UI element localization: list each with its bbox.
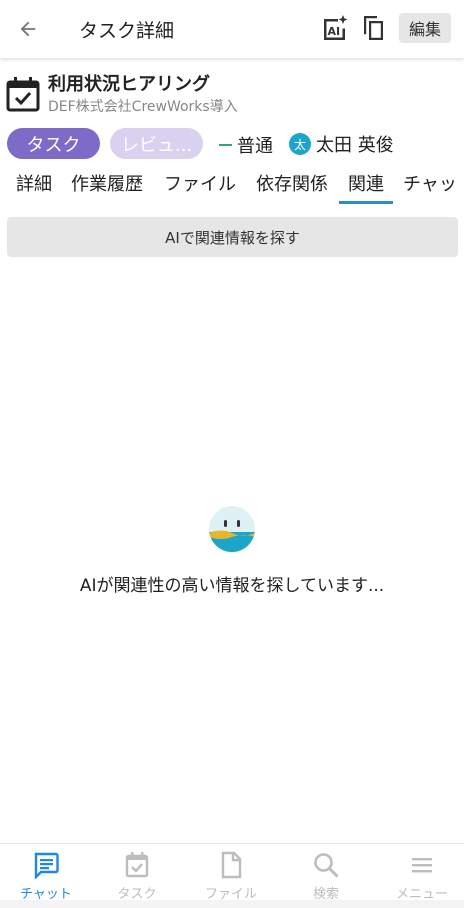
priority[interactable]: 普通 [219,132,273,158]
mascot-icon [209,506,255,552]
priority-label: 普通 [237,136,273,157]
loading-message: AIが関連性の高い情報を探しています... [79,576,385,596]
tab-history[interactable]: 作業履歴 [71,170,143,196]
app-bar: タスク詳細 AI 編集 [0,0,464,58]
task-icon [125,852,149,878]
ai-related-search-button[interactable]: AIで関連情報を探す [7,217,458,257]
copy-button[interactable] [361,14,387,42]
menu-icon [412,858,432,873]
task-title: 利用状況ヒアリング [48,74,210,95]
project-name: DEF株式会社CrewWorks導入 [48,99,238,115]
tab-files[interactable]: ファイル [164,170,236,196]
edit-button[interactable]: 編集 [399,13,451,43]
file-icon [221,851,242,879]
nav-search[interactable]: 検索 [280,844,372,904]
tab-chat[interactable]: チャッ [403,170,457,196]
page-title: タスク詳細 [79,20,175,42]
chat-icon [34,852,59,879]
nav-files[interactable]: ファイル [185,844,277,904]
tab-bar: 詳細 作業履歴 ファイル 依存関係 関連 チャッ [0,164,464,204]
ai-sparkle-icon: AI [324,15,348,40]
arrow-left-icon [20,21,36,37]
assignee[interactable]: 太 太田 英俊 [289,131,394,157]
system-bar [0,900,464,908]
tab-dependencies[interactable]: 依存関係 [256,170,328,196]
avatar: 太 [289,133,311,155]
back-button[interactable] [14,15,42,43]
assignee-name: 太田 英俊 [316,135,394,156]
status-chip[interactable]: レビュ... [110,128,203,159]
ai-sparkle-button[interactable]: AI [320,13,350,43]
tab-related[interactable]: 関連 [348,170,384,196]
priority-normal-icon [219,144,232,146]
task-calendar-icon [6,76,40,112]
tab-details[interactable]: 詳細 [16,170,52,196]
nav-tasks[interactable]: タスク [91,844,183,904]
search-icon [314,853,339,878]
active-tab-indicator [339,201,393,204]
svg-text:AI: AI [328,25,341,38]
copy-icon [364,16,383,40]
bottom-navigation: チャット タスク ファイル 検索 メニュー [0,843,464,908]
nav-chat[interactable]: チャット [0,844,92,904]
task-type-chip[interactable]: タスク [7,128,100,159]
nav-menu[interactable]: メニュー [376,844,464,904]
